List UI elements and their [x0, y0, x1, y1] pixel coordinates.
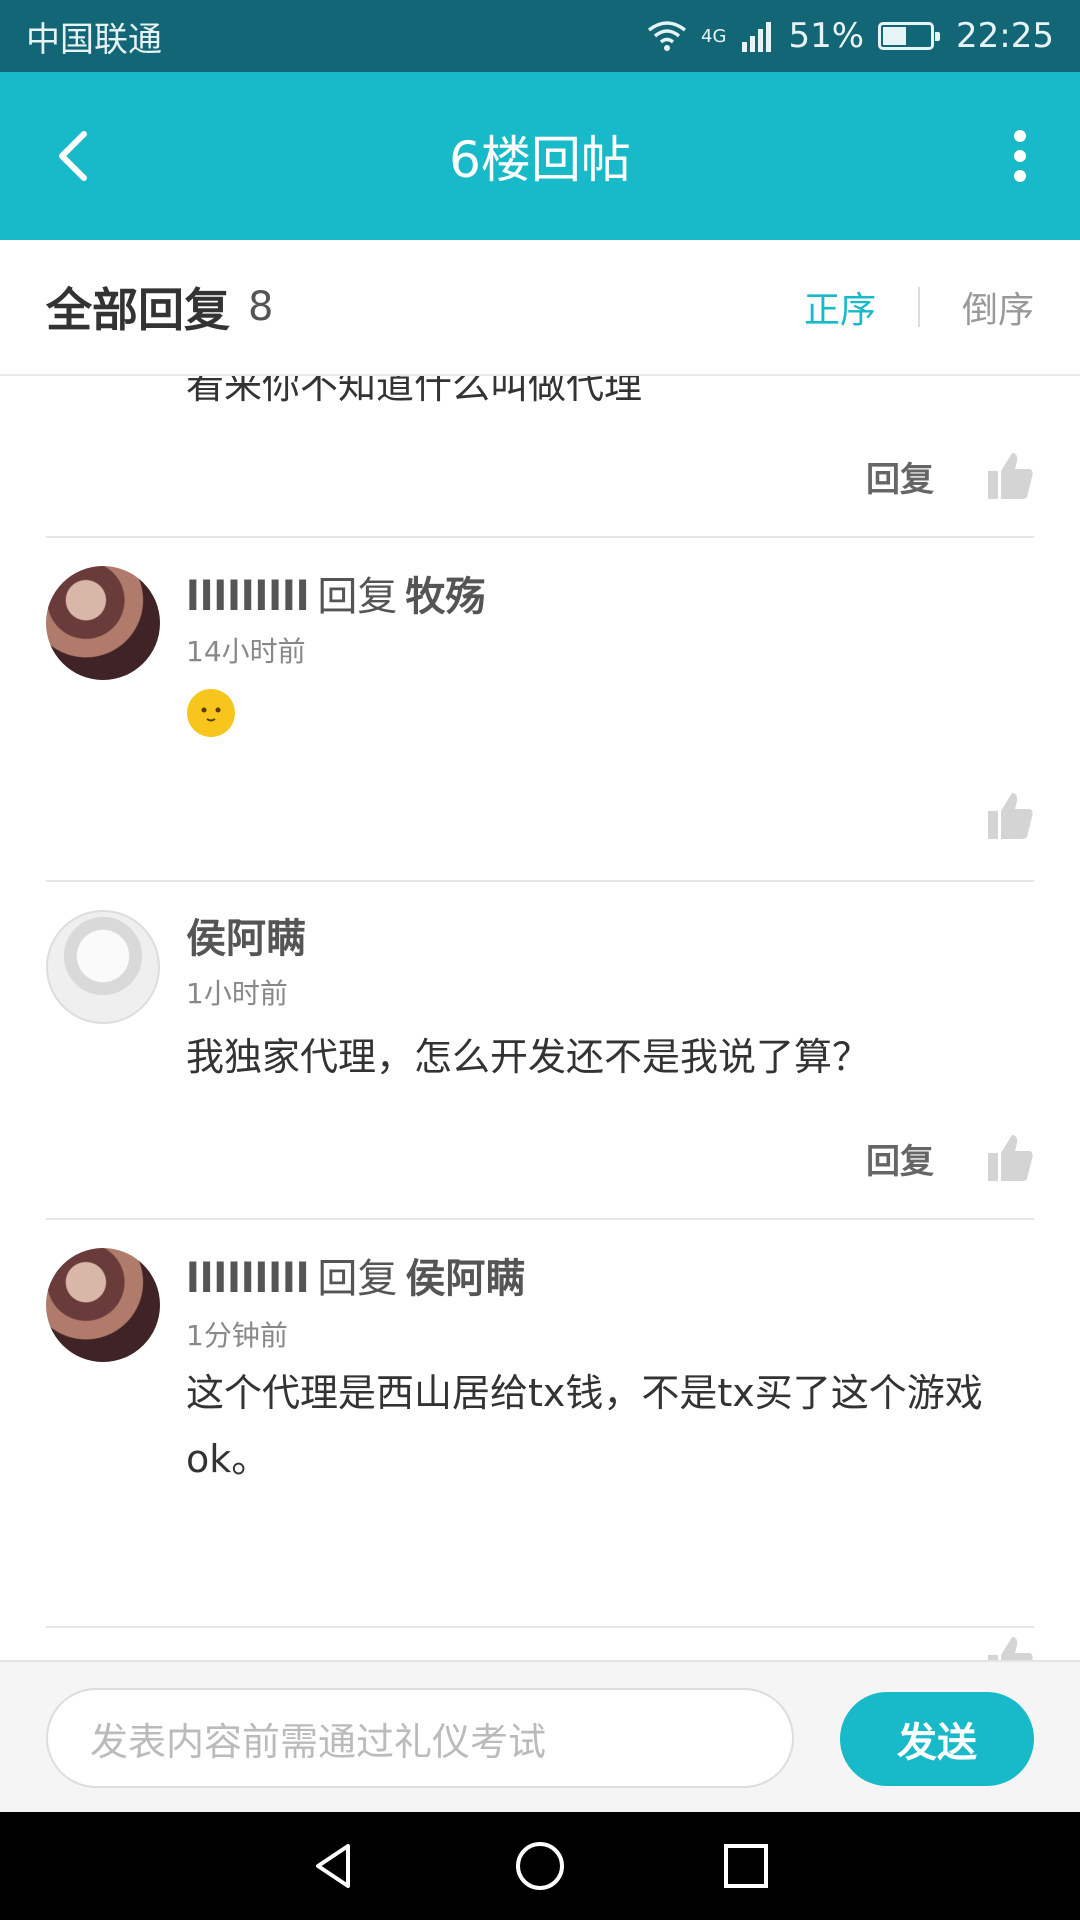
timestamp: 1分钟前	[186, 1319, 288, 1352]
network-type: 4G	[701, 25, 727, 47]
sort-divider	[917, 287, 920, 327]
reply-content: 这个代理是西山居给tx钱，不是tx买了这个游戏ok。	[186, 1371, 983, 1481]
reply-header: lllllllll 回复 侯阿瞒	[186, 1246, 525, 1304]
divider	[46, 1626, 1034, 1628]
thumbs-up-icon[interactable]	[986, 451, 1034, 501]
reply-input[interactable]: 发表内容前需通过礼仪考试	[46, 1688, 794, 1788]
reply-actions: 回复	[866, 1128, 1034, 1188]
reply-actions: 回复	[866, 446, 1034, 506]
battery-icon	[878, 22, 941, 50]
sort-descending-button[interactable]: 倒序	[962, 281, 1034, 333]
avatar[interactable]	[46, 566, 160, 680]
smile-emoji-icon	[187, 689, 235, 737]
nav-recents-icon[interactable]	[718, 1838, 774, 1894]
divider	[46, 880, 1034, 882]
divider	[46, 536, 1034, 538]
avatar[interactable]	[46, 1248, 160, 1362]
nav-home-icon[interactable]	[512, 1838, 568, 1894]
send-button[interactable]: 发送	[840, 1692, 1034, 1786]
status-icons: 4G 51% 22:25	[647, 16, 1054, 56]
reply-header: 侯阿瞒	[186, 906, 306, 964]
username[interactable]: lllllllll	[186, 1256, 309, 1302]
timestamp: 14小时前	[186, 635, 306, 668]
reply-actions	[986, 786, 1034, 846]
reply-header: lllllllll 回复 牧殇	[186, 564, 485, 622]
system-nav-bar	[0, 1812, 1080, 1920]
back-arrow-icon[interactable]	[44, 124, 108, 188]
reply-count: 8	[248, 284, 274, 330]
carrier-label: 中国联通	[26, 19, 162, 60]
thumbs-up-icon[interactable]	[986, 1133, 1034, 1183]
status-bar: 中国联通 4G 51% 22:25	[0, 0, 1080, 72]
signal-icon	[742, 22, 772, 52]
battery-percent: 51%	[788, 16, 865, 56]
divider	[46, 1218, 1034, 1220]
reply-button[interactable]: 回复	[866, 1134, 934, 1183]
reply-button[interactable]: 回复	[866, 452, 934, 501]
page-title: 6楼回帖	[449, 131, 631, 189]
avatar[interactable]	[46, 910, 160, 1024]
app-bar: 6楼回帖	[0, 72, 1080, 240]
replies-header: 全部回复 8 正序 倒序	[0, 240, 1080, 376]
reply-actions	[986, 1630, 1034, 1660]
username[interactable]: 侯阿瞒	[186, 916, 306, 962]
reply-composer: 发表内容前需通过礼仪考试 发送	[0, 1660, 1080, 1812]
username[interactable]: lllllllll	[186, 574, 309, 620]
thumbs-up-icon[interactable]	[986, 1635, 1034, 1660]
wifi-icon	[647, 21, 687, 51]
reply-to-user[interactable]: 牧殇	[405, 574, 485, 620]
clock: 22:25	[956, 16, 1054, 56]
sort-ascending-button[interactable]: 正序	[804, 281, 876, 333]
reply-content: 我独家代理，怎么开发还不是我说了算？	[186, 1035, 871, 1079]
partial-reply-text: 看来你不知道什么叫做代理	[186, 376, 643, 407]
replies-list[interactable]: 看来你不知道什么叫做代理 回复 lllllllll 回复 牧殇 14小时前 侯阿…	[0, 376, 1080, 1660]
reply-word: 回复	[317, 574, 398, 620]
reply-to-user[interactable]: 侯阿瞒	[405, 1256, 525, 1302]
thumbs-up-icon[interactable]	[986, 791, 1034, 841]
all-replies-title: 全部回复	[46, 283, 230, 337]
nav-back-icon[interactable]	[306, 1838, 362, 1894]
more-vertical-icon[interactable]	[1000, 124, 1040, 188]
reply-word: 回复	[317, 1256, 398, 1302]
timestamp: 1小时前	[186, 977, 288, 1010]
